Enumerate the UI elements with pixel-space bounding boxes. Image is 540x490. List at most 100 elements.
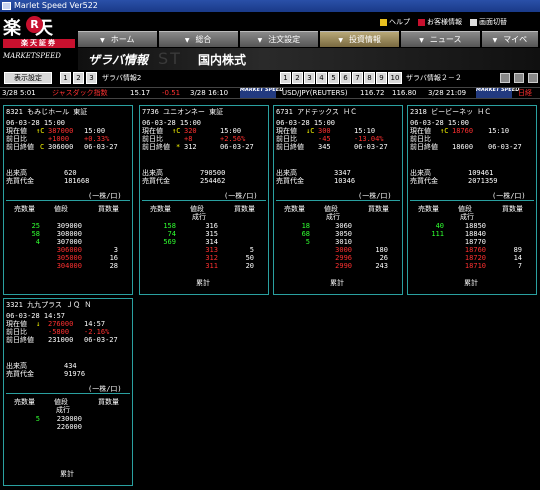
sell-qty: 25	[31, 222, 40, 230]
page2-button-1[interactable]: 1	[280, 72, 291, 84]
buy-qty: 180	[375, 246, 388, 254]
book-price: 230000	[56, 415, 82, 423]
ticker-index-label: ジャスダック指数	[52, 89, 108, 97]
unit-label: (一株/口)	[492, 192, 526, 200]
screen-label-2: ザラバ情報２－２	[406, 74, 462, 82]
book-price: 311	[205, 262, 218, 270]
nav-home[interactable]: ▼ ホーム	[78, 31, 157, 47]
quote-date: 06-03-28 15:00	[410, 119, 470, 127]
nav-order-settings[interactable]: ▼ 注文設定	[239, 31, 319, 47]
quote-panel[interactable]: 8321 もみじホール 東証 06-03-28 15:00 現在値 ↑C 387000 1…	[3, 105, 133, 295]
prev-close-date: 06-03-27	[488, 143, 522, 151]
nav-investment-info[interactable]: ▼ 投資情報	[320, 31, 399, 47]
ticker-fx-label: USD/JPY(REUTERS)	[282, 89, 348, 97]
stock-header: 7736 ユニオンネー 東証	[142, 108, 224, 116]
page2-button-2[interactable]: 2	[292, 72, 303, 84]
ticker-index-value: 15.17	[130, 89, 151, 97]
marketspeed-badge-2: MARKET SPEED	[476, 88, 519, 98]
book-price: 18840	[464, 230, 486, 238]
nav-overview[interactable]: ▼ 総合	[158, 31, 238, 47]
book-price: 314	[205, 238, 218, 246]
turnover: 10346	[334, 177, 356, 185]
price-mark: ↑C	[440, 127, 449, 135]
price-change: +8	[184, 135, 193, 143]
help-link[interactable]: ヘルプ	[380, 15, 410, 29]
buy-qty: 16	[109, 254, 118, 262]
ticker-fx-time: 3/28 21:09	[428, 89, 467, 97]
page2-button-7[interactable]: 7	[352, 72, 363, 84]
order-book: 売数量 値段 買数量 成行 40 18850 111 18840 18770 18760 89 187…	[410, 200, 534, 292]
page2-button-10[interactable]: 10	[388, 72, 402, 84]
volume: 434	[64, 362, 77, 370]
refresh-icon[interactable]	[500, 73, 510, 83]
quote-date: 06-03-28 15:00	[276, 119, 336, 127]
volume-label: 出来高	[6, 169, 27, 177]
quote-date: 06-03-28 15:00	[6, 119, 66, 127]
quote-panel[interactable]: 2318 ビービーネッ ＨＣ 06-03-28 15:00 現在値 ↑C 18760 15…	[407, 105, 537, 295]
price-time: 15:00	[220, 127, 242, 135]
chevron-down-icon: ▼	[184, 37, 190, 44]
prev-close-mark: C	[40, 143, 45, 151]
quote-panel[interactable]: 6731 アドテックス ＨＣ 06-03-28 15:00 現在値 ↓C 300 15:1…	[273, 105, 403, 295]
buy-qty-header: 買数量	[98, 398, 119, 406]
book-price: 18710	[464, 262, 486, 270]
book-price: 18760	[464, 246, 486, 254]
nav-news[interactable]: ▼ ニュース	[401, 31, 480, 47]
book-price: 316	[205, 222, 218, 230]
buy-qty: 28	[109, 262, 118, 270]
page-button-1[interactable]: 1	[60, 72, 71, 84]
buy-qty: 5	[249, 246, 254, 254]
nav-mypage[interactable]: ▼ マイペ	[481, 31, 538, 47]
change-label: 前日比	[410, 135, 431, 143]
turnover-label: 売買代金	[6, 370, 34, 378]
page2-button-5[interactable]: 5	[328, 72, 339, 84]
page2-button-4[interactable]: 4	[316, 72, 327, 84]
main-nav: ▼ ホーム ▼ 総合 ▼ 注文設定 ▼ 投資情報 ▼ ニュース ▼ マイペ	[78, 31, 540, 47]
stock-header: 3321 九九プラス ＪＱ Ｎ	[6, 301, 92, 309]
volume-label: 出来高	[276, 169, 297, 177]
current-price: 300	[318, 127, 331, 135]
user-info-link[interactable]: お客様情報	[418, 15, 462, 29]
page2-button-9[interactable]: 9	[376, 72, 387, 84]
book-price: 307000	[56, 238, 82, 246]
turnover: 254462	[200, 177, 226, 185]
screen-switch-link[interactable]: 画面切替	[470, 15, 507, 29]
page2-button-8[interactable]: 8	[364, 72, 375, 84]
sell-qty: 18	[301, 222, 310, 230]
buy-qty: 7	[517, 262, 522, 270]
turnover-label: 売買代金	[410, 177, 438, 185]
price-time: 15:10	[354, 127, 376, 135]
market-order-label: 成行	[56, 406, 70, 414]
current-price: 387000	[48, 127, 74, 135]
price-label: 現在値	[142, 127, 163, 135]
page2-button-3[interactable]: 3	[304, 72, 315, 84]
buy-qty: 243	[375, 262, 388, 270]
logo-r-mark: R	[26, 16, 43, 33]
app-icon[interactable]	[2, 2, 11, 10]
help-icon	[380, 18, 387, 26]
sell-qty-header: 売数量	[14, 205, 35, 213]
market-order-label: 成行	[192, 213, 206, 221]
ticker-fx-bid: 116.72	[360, 89, 385, 97]
quote-panel[interactable]: 3321 九九プラス ＪＱ Ｎ 06-03-28 14:57 現在値 ↓ 276000 1…	[3, 298, 133, 486]
unit-label: (一株/口)	[358, 192, 392, 200]
sell-qty: 58	[31, 230, 40, 238]
display-settings-button[interactable]: 表示設定	[4, 72, 52, 84]
sell-qty: 158	[163, 222, 176, 230]
marketspeed-badge: MARKET SPEED	[240, 88, 283, 98]
window-icon[interactable]	[514, 73, 524, 83]
close-icon[interactable]	[528, 73, 538, 83]
banner-ghost-text: ST	[158, 49, 182, 68]
window-titlebar: Marlet Speed Ver522	[0, 0, 540, 12]
page2-button-6[interactable]: 6	[340, 72, 351, 84]
price-change-pct: -13.04%	[354, 135, 384, 143]
page-button-2[interactable]: 2	[73, 72, 84, 84]
price-mark: ↑C	[36, 127, 45, 135]
page-button-3[interactable]: 3	[86, 72, 97, 84]
price-change: -5800	[48, 328, 70, 336]
price-mark: ↑C	[172, 127, 181, 135]
quote-panel[interactable]: 7736 ユニオンネー 東証 06-03-28 15:00 現在値 ↑C 320 15:0…	[139, 105, 269, 295]
book-price: 3060	[335, 222, 352, 230]
unit-label: (一株/口)	[224, 192, 258, 200]
order-book: 売数量 値段 買数量 成行 18 3060 68 3050 5 3010 3000 180 2996 26…	[276, 200, 400, 292]
